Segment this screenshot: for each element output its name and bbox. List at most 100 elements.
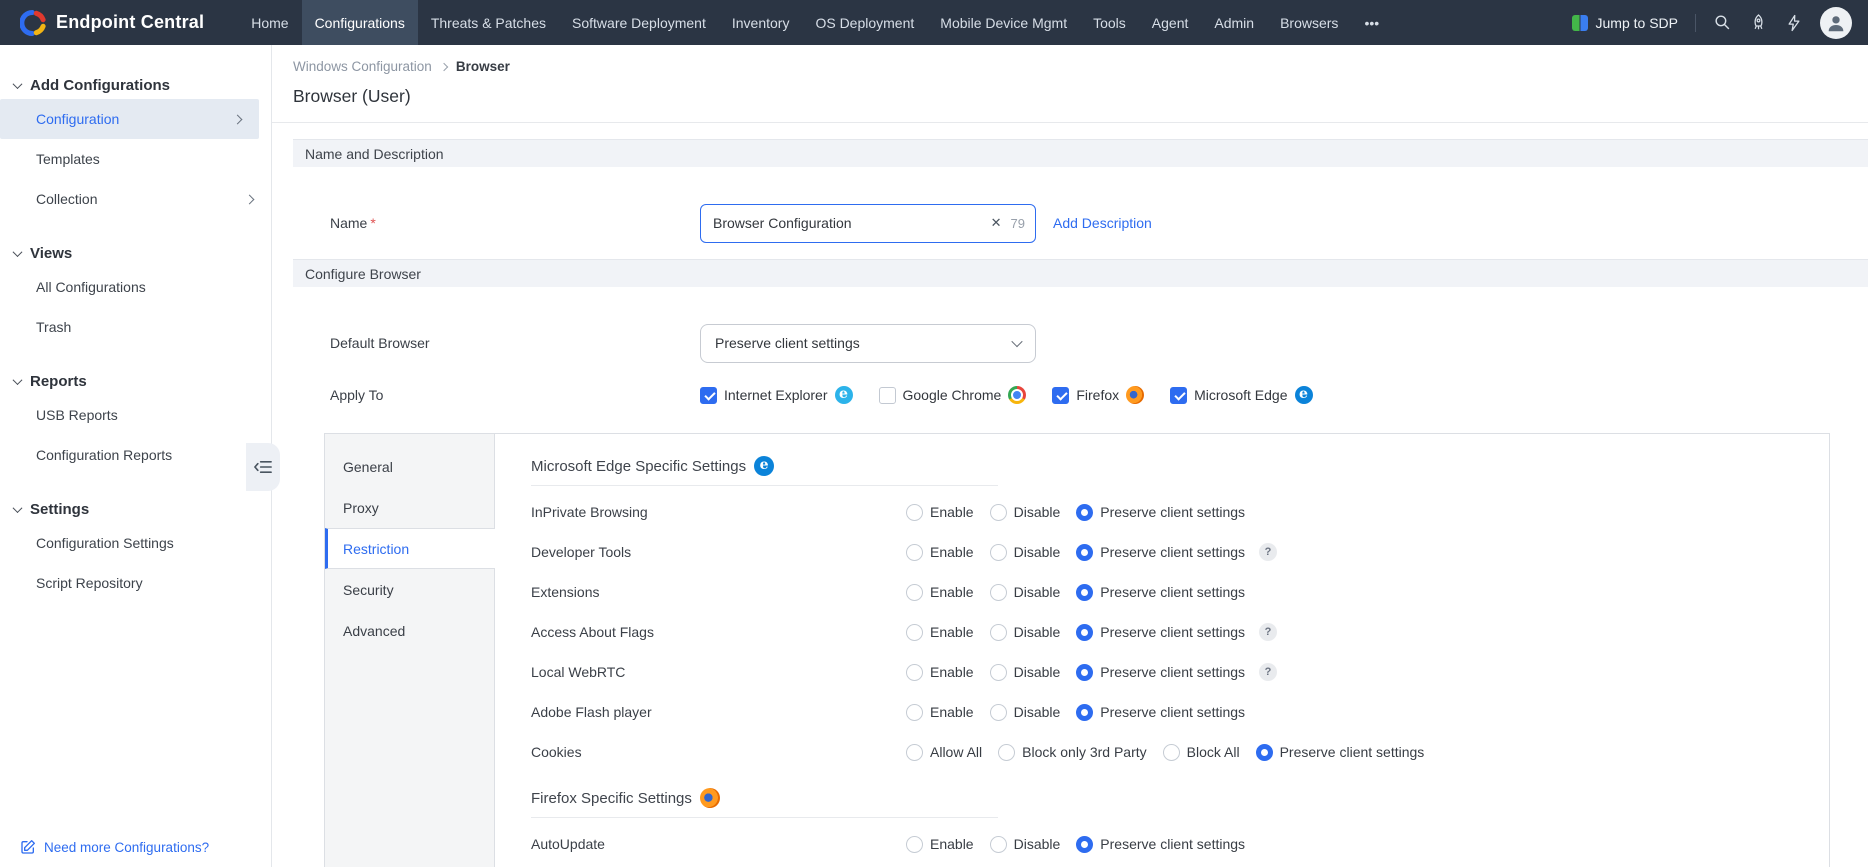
radio-button[interactable] bbox=[998, 743, 1016, 761]
radio-disable[interactable]: Disable bbox=[989, 543, 1060, 561]
radio-enable[interactable]: Enable bbox=[906, 543, 974, 561]
radio-preserve-client-settings[interactable]: Preserve client settings bbox=[1076, 583, 1245, 601]
sidebar-item-script-repository[interactable]: Script Repository bbox=[0, 563, 271, 603]
radio-button[interactable] bbox=[906, 623, 923, 641]
sidebar-section-header-settings[interactable]: Settings bbox=[0, 495, 271, 523]
breadcrumb-parent[interactable]: Windows Configuration bbox=[293, 59, 432, 74]
default-browser-select[interactable]: Preserve client settings bbox=[700, 323, 1036, 363]
nav-more[interactable]: ••• bbox=[1351, 0, 1392, 45]
name-input[interactable] bbox=[713, 215, 982, 231]
brand[interactable]: Endpoint Central bbox=[0, 9, 222, 36]
radio-enable[interactable]: Enable bbox=[906, 623, 974, 641]
nav-item-software-deployment[interactable]: Software Deployment bbox=[559, 0, 719, 45]
radio-button[interactable] bbox=[989, 583, 1007, 601]
nav-item-browsers[interactable]: Browsers bbox=[1267, 0, 1351, 45]
radio-disable[interactable]: Disable bbox=[989, 503, 1060, 521]
sidebar-section-header-views[interactable]: Views bbox=[0, 239, 271, 267]
sidebar-collapse-handle[interactable] bbox=[246, 443, 280, 491]
radio-button[interactable] bbox=[906, 663, 923, 681]
radio-button[interactable] bbox=[1076, 543, 1094, 561]
radio-button[interactable] bbox=[906, 835, 923, 853]
tab-advanced[interactable]: Advanced bbox=[325, 610, 494, 651]
sidebar-section-header-reports[interactable]: Reports bbox=[0, 367, 271, 395]
nav-item-home[interactable]: Home bbox=[238, 0, 301, 45]
radio-button[interactable] bbox=[1076, 503, 1094, 521]
apply-to-internet-explorer[interactable]: Internet Explorer bbox=[700, 386, 853, 404]
tab-proxy[interactable]: Proxy bbox=[325, 487, 494, 528]
radio-preserve-client-settings[interactable]: Preserve client settings bbox=[1076, 623, 1245, 641]
checkbox-google-chrome[interactable] bbox=[878, 386, 896, 404]
radio-button[interactable] bbox=[906, 743, 923, 761]
radio-button[interactable] bbox=[989, 703, 1007, 721]
radio-button[interactable] bbox=[1076, 703, 1094, 721]
help-icon[interactable]: ? bbox=[1259, 623, 1278, 641]
nav-item-configurations[interactable]: Configurations bbox=[301, 0, 418, 45]
radio-button[interactable] bbox=[989, 503, 1007, 521]
tab-security[interactable]: Security bbox=[325, 569, 494, 610]
add-description-link[interactable]: Add Description bbox=[1053, 215, 1152, 231]
radio-button[interactable] bbox=[989, 623, 1007, 641]
sidebar-item-collection[interactable]: Collection bbox=[0, 179, 271, 219]
radio-preserve-client-settings[interactable]: Preserve client settings bbox=[1076, 703, 1245, 721]
radio-preserve-client-settings[interactable]: Preserve client settings bbox=[1076, 663, 1245, 681]
radio-enable[interactable]: Enable bbox=[906, 703, 974, 721]
sidebar-section-header-add-configurations[interactable]: Add Configurations bbox=[0, 71, 271, 99]
radio-button[interactable] bbox=[1162, 743, 1180, 761]
radio-disable[interactable]: Disable bbox=[989, 835, 1060, 853]
search-icon[interactable] bbox=[1713, 13, 1732, 32]
apply-to-microsoft-edge[interactable]: Microsoft Edge bbox=[1170, 386, 1313, 404]
checkbox-microsoft-edge[interactable] bbox=[1170, 386, 1188, 404]
radio-allow-all[interactable]: Allow All bbox=[906, 743, 982, 761]
radio-preserve-client-settings[interactable]: Preserve client settings bbox=[1255, 743, 1424, 761]
radio-button[interactable] bbox=[1076, 623, 1094, 641]
nav-item-agent[interactable]: Agent bbox=[1139, 0, 1202, 45]
nav-item-admin[interactable]: Admin bbox=[1201, 0, 1267, 45]
radio-disable[interactable]: Disable bbox=[989, 623, 1060, 641]
help-icon[interactable]: ? bbox=[1259, 663, 1278, 681]
apply-to-google-chrome[interactable]: Google Chrome bbox=[878, 386, 1027, 404]
radio-button[interactable] bbox=[989, 835, 1007, 853]
radio-enable[interactable]: Enable bbox=[906, 503, 974, 521]
tab-general[interactable]: General bbox=[325, 446, 494, 487]
tab-restriction[interactable]: Restriction bbox=[325, 528, 495, 569]
rocket-icon[interactable] bbox=[1749, 13, 1768, 32]
sidebar-item-templates[interactable]: Templates bbox=[0, 139, 271, 179]
radio-block-all[interactable]: Block All bbox=[1162, 743, 1240, 761]
sidebar-item-configuration-settings[interactable]: Configuration Settings bbox=[0, 523, 271, 563]
checkbox-firefox[interactable] bbox=[1052, 386, 1070, 404]
radio-enable[interactable]: Enable bbox=[906, 663, 974, 681]
clear-icon[interactable]: ✕ bbox=[991, 215, 1002, 231]
nav-item-inventory[interactable]: Inventory bbox=[719, 0, 803, 45]
jump-to-sdp-button[interactable]: Jump to SDP bbox=[1571, 14, 1678, 31]
radio-preserve-client-settings[interactable]: Preserve client settings bbox=[1076, 543, 1245, 561]
radio-enable[interactable]: Enable bbox=[906, 583, 974, 601]
sidebar-item-configuration[interactable]: Configuration bbox=[0, 99, 259, 139]
lightning-icon[interactable] bbox=[1785, 14, 1803, 32]
radio-preserve-client-settings[interactable]: Preserve client settings bbox=[1076, 835, 1245, 853]
radio-button[interactable] bbox=[906, 503, 923, 521]
radio-disable[interactable]: Disable bbox=[989, 703, 1060, 721]
radio-button[interactable] bbox=[989, 543, 1007, 561]
radio-block-only-3rd-party[interactable]: Block only 3rd Party bbox=[998, 743, 1147, 761]
radio-button[interactable] bbox=[1076, 663, 1094, 681]
nav-item-tools[interactable]: Tools bbox=[1080, 0, 1139, 45]
nav-item-os-deployment[interactable]: OS Deployment bbox=[802, 0, 927, 45]
radio-button[interactable] bbox=[1076, 583, 1094, 601]
radio-disable[interactable]: Disable bbox=[989, 663, 1060, 681]
avatar[interactable] bbox=[1820, 6, 1852, 39]
apply-to-firefox[interactable]: Firefox bbox=[1052, 386, 1145, 404]
sidebar-item-all-configurations[interactable]: All Configurations bbox=[0, 267, 271, 307]
radio-preserve-client-settings[interactable]: Preserve client settings bbox=[1076, 503, 1245, 521]
radio-button[interactable] bbox=[906, 543, 923, 561]
help-icon[interactable]: ? bbox=[1259, 543, 1278, 561]
radio-button[interactable] bbox=[1076, 835, 1094, 853]
radio-enable[interactable]: Enable bbox=[906, 835, 974, 853]
radio-button[interactable] bbox=[989, 663, 1007, 681]
radio-button[interactable] bbox=[1255, 743, 1273, 761]
sidebar-item-usb-reports[interactable]: USB Reports bbox=[0, 395, 271, 435]
sidebar-item-configuration-reports[interactable]: Configuration Reports bbox=[0, 435, 271, 475]
radio-disable[interactable]: Disable bbox=[989, 583, 1060, 601]
radio-button[interactable] bbox=[906, 583, 923, 601]
checkbox-internet-explorer[interactable] bbox=[700, 386, 717, 404]
nav-item-mobile-device-mgmt[interactable]: Mobile Device Mgmt bbox=[927, 0, 1080, 45]
